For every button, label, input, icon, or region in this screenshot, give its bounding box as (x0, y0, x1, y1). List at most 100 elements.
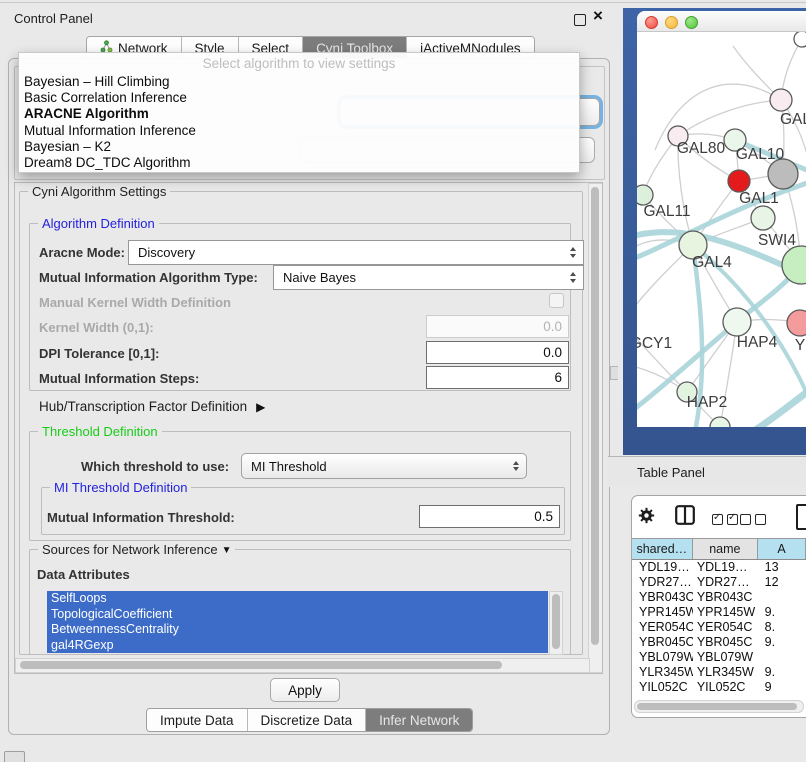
column-header-shared[interactable]: shared… (632, 539, 693, 559)
cell-shared-name: YPR145W (632, 605, 693, 620)
tab-impute-data[interactable]: Impute Data (147, 709, 248, 731)
mi-type-combobox[interactable]: Naive Bayes (273, 265, 584, 290)
network-node[interactable] (768, 159, 798, 189)
algorithm-option[interactable]: Bayesian – Hill Climbing (19, 74, 579, 90)
minimize-window-icon[interactable] (665, 16, 678, 29)
algorithm-option[interactable]: Dream8 DC_TDC Algorithm (19, 155, 579, 171)
network-node[interactable] (728, 170, 750, 192)
cell-name: YBR045C (693, 635, 758, 650)
sources-group-toggle[interactable]: Sources for Network Inference▼ (38, 542, 235, 557)
network-node-label: GAL (780, 111, 806, 128)
split-panel-icon[interactable] (675, 505, 695, 530)
table-row[interactable]: YDL19…YDL19…13 (632, 560, 806, 575)
column-header-A[interactable]: A (758, 539, 806, 559)
apply-button[interactable]: Apply (270, 678, 340, 702)
cell-value (758, 590, 806, 605)
table-row[interactable]: YBR045CYBR045C9. (632, 635, 806, 650)
attribute-list-item[interactable]: gal4RGexp (47, 638, 548, 654)
hub-definition-label: Hub/Transcription Factor Definition (39, 399, 247, 414)
deselect-all-columns-icon[interactable] (740, 512, 770, 530)
settings-horizontal-scrollbar[interactable] (15, 658, 590, 673)
network-node[interactable] (710, 417, 730, 427)
cell-shared-name: YBR043C (632, 590, 693, 605)
mi-steps-field[interactable] (426, 366, 569, 389)
table-row[interactable]: YPR145WYPR145W9. (632, 605, 806, 620)
table-row[interactable]: YBR043CYBR043C (632, 590, 806, 605)
collapse-down-icon: ▼ (222, 545, 232, 556)
network-node[interactable] (637, 185, 653, 205)
network-node[interactable] (794, 32, 806, 47)
cell-name: YLR345W (693, 665, 758, 680)
select-all-columns-icon[interactable]: ✓✓ (712, 512, 742, 530)
cell-value: 13 (758, 560, 806, 575)
network-edge (720, 322, 737, 427)
attribute-list-item[interactable]: SelfLoops (47, 591, 548, 607)
column-header-name[interactable]: name (693, 539, 758, 559)
panel-splitter-handle[interactable] (610, 366, 618, 380)
kernel-width-field[interactable] (426, 315, 569, 338)
network-node-label: GAL1 (739, 190, 779, 207)
aracne-mode-value: Discovery (138, 245, 195, 260)
control-panel-title: Control Panel (14, 11, 93, 26)
network-node[interactable] (723, 308, 751, 336)
table-row[interactable]: YBL079WYBL079W (632, 650, 806, 665)
attribute-list-item[interactable]: TopologicalCoefficient (47, 607, 548, 623)
table-horizontal-scrollbar-thumb[interactable] (637, 703, 797, 710)
corner-widget-button[interactable] (4, 751, 25, 762)
mi-threshold-field[interactable] (419, 505, 560, 528)
attributes-scrollbar-thumb[interactable] (552, 594, 560, 649)
algorithm-option[interactable]: Mutual Information Inference (19, 123, 579, 139)
network-node[interactable] (787, 310, 806, 336)
table-row[interactable]: YIL052CYIL052C9 (632, 680, 806, 695)
table-row[interactable]: YDR27…YDR27…12 (632, 575, 806, 590)
cell-shared-name: YDR27… (632, 575, 693, 590)
network-window-titlebar[interactable] (637, 11, 806, 32)
network-node-label: HAP4 (737, 334, 778, 351)
algorithm-option[interactable]: Bayesian – K2 (19, 139, 579, 155)
network-node[interactable] (751, 206, 775, 230)
network-canvas[interactable]: GALGAL80GAL10GAL1GAL11SWI4GAL4GCY1HAP4YH… (637, 32, 806, 427)
settings-vertical-scrollbar-thumb[interactable] (591, 187, 599, 645)
window-top-divider (0, 2, 806, 3)
cell-value: 9. (758, 605, 806, 620)
float-panel-icon[interactable] (574, 14, 586, 26)
mi-threshold-label: Mutual Information Threshold: (47, 510, 235, 525)
table-horizontal-scrollbar[interactable] (634, 700, 804, 713)
tab-label: Infer Network (379, 713, 459, 728)
cell-value: 9. (758, 635, 806, 650)
tab-label: Impute Data (160, 713, 234, 728)
settings-horizontal-scrollbar-thumb[interactable] (20, 661, 502, 669)
close-window-icon[interactable] (645, 16, 658, 29)
manual-kernel-checkbox[interactable] (549, 293, 564, 308)
data-attributes-label: Data Attributes (37, 567, 130, 582)
table-header-row: shared…nameA (632, 538, 806, 560)
algorithm-option[interactable]: Basic Correlation Inference (19, 90, 579, 106)
algorithm-option[interactable]: ARACNE Algorithm (19, 106, 579, 122)
settings-vertical-scrollbar[interactable] (588, 183, 603, 673)
aracne-mode-combobox[interactable]: Discovery (128, 240, 584, 265)
cyni-settings-scrollpane: Cyni Algorithm Settings Algorithm Defini… (14, 182, 603, 674)
table-settings-gear-icon[interactable] (638, 507, 655, 529)
tab-label: Discretize Data (261, 713, 353, 728)
table-row[interactable]: YLR345WYLR345W9. (632, 665, 806, 680)
tab-discretize-data[interactable]: Discretize Data (248, 709, 367, 731)
table-row[interactable]: YER054CYER054C8. (632, 620, 806, 635)
zoom-window-icon[interactable] (685, 16, 698, 29)
mi-type-value: Naive Bayes (283, 270, 356, 285)
attributes-scrollbar[interactable] (549, 591, 563, 655)
attribute-list-item[interactable]: BetweennessCentrality (47, 622, 548, 638)
network-window: GALGAL80GAL10GAL1GAL11SWI4GAL4GCY1HAP4YH… (637, 11, 806, 427)
close-panel-icon[interactable]: × (593, 7, 603, 25)
algorithm-dropdown-popup: Select algorithm to view settings Bayesi… (18, 52, 580, 173)
algorithm-dropdown-list: Bayesian – Hill ClimbingBasic Correlatio… (19, 74, 579, 171)
spinner-arrows-icon (513, 461, 519, 472)
mi-steps-label: Mutual Information Steps: (39, 371, 199, 386)
which-threshold-combobox[interactable]: MI Threshold (241, 453, 527, 479)
manual-kernel-label: Manual Kernel Width Definition (39, 295, 231, 310)
new-table-icon[interactable] (796, 504, 806, 530)
dpi-tolerance-field[interactable] (426, 341, 569, 364)
which-threshold-value: MI Threshold (251, 459, 327, 474)
tab-infer-network[interactable]: Infer Network (366, 709, 472, 731)
network-node[interactable] (770, 89, 792, 111)
hub-definition-toggle[interactable]: Hub/Transcription Factor Definition▶ (39, 399, 265, 414)
